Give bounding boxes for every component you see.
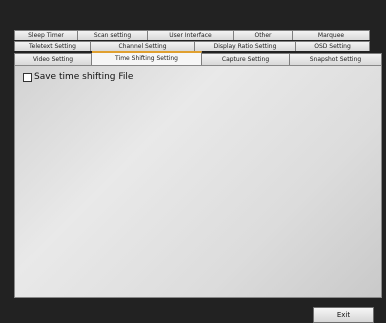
tab-other[interactable]: Other	[234, 30, 293, 40]
save-time-shifting-label[interactable]: Save time shifting File	[34, 72, 133, 82]
save-time-shifting-checkbox[interactable]	[23, 72, 32, 82]
save-time-shifting-row[interactable]: Save time shifting File	[23, 72, 133, 82]
tab-row-1: Sleep Timer Scan setting User Interface …	[14, 30, 370, 40]
exit-button[interactable]: Exit	[313, 307, 374, 323]
tab-channel-setting[interactable]: Channel Setting	[91, 41, 195, 51]
tab-scan-setting[interactable]: Scan setting	[78, 30, 148, 40]
tab-row-3: Video Setting Time Shifting Setting Capt…	[14, 51, 382, 65]
tab-snapshot-setting[interactable]: Snapshot Setting	[290, 53, 382, 65]
tab-video-setting[interactable]: Video Setting	[14, 53, 92, 65]
tab-teletext-setting[interactable]: Teletext Setting	[14, 41, 91, 51]
tab-osd-setting[interactable]: OSD Setting	[296, 41, 370, 51]
tab-time-shifting-setting[interactable]: Time Shifting Setting	[92, 51, 202, 65]
tab-display-ratio-setting[interactable]: Display Ratio Setting	[195, 41, 296, 51]
tab-user-interface[interactable]: User Interface	[148, 30, 234, 40]
tab-row-2: Teletext Setting Channel Setting Display…	[14, 41, 370, 51]
tab-sleep-timer[interactable]: Sleep Timer	[14, 30, 78, 40]
tab-content-panel: Save time shifting File	[14, 65, 382, 298]
tab-capture-setting[interactable]: Capture Setting	[202, 53, 290, 65]
tab-marquee[interactable]: Marquee	[293, 30, 370, 40]
settings-window: Sleep Timer Scan setting User Interface …	[0, 0, 386, 323]
